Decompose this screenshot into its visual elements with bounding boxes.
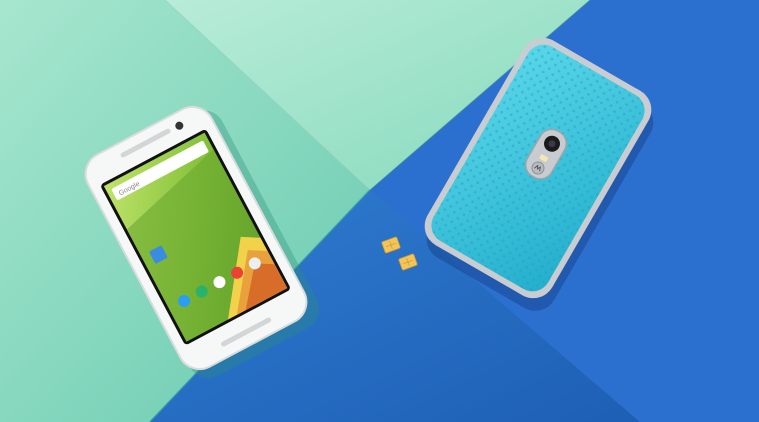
product-photo: Google (0, 0, 759, 422)
photo-canvas: Google (0, 0, 759, 422)
